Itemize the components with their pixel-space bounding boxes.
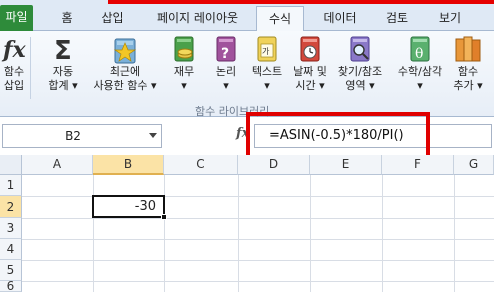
financial-label-2: ▾	[181, 79, 187, 92]
row-header-4[interactable]: 4	[0, 239, 22, 260]
more-functions-button[interactable]: 함수 추가 ▾	[448, 33, 488, 93]
recently-used-label-1: 최근에	[109, 65, 141, 78]
autosum-button[interactable]: Σ 자동 합계 ▾	[40, 33, 86, 93]
column-header-d[interactable]: D	[238, 155, 310, 175]
financial-label-1: 재무	[173, 65, 195, 78]
column-header-f[interactable]: F	[382, 155, 454, 175]
text-button[interactable]: 가 텍스트 ▾	[246, 33, 288, 93]
insert-function-button[interactable]: fx 함수 삽입	[0, 33, 28, 93]
red-top-bar	[108, 0, 494, 4]
financial-button[interactable]: 재무 ▾	[166, 33, 202, 93]
autosum-label-2: 합계 ▾	[48, 79, 78, 92]
tab-page-layout[interactable]: 페이지 레이아웃	[145, 6, 250, 31]
logical-button[interactable]: ? 논리 ▾	[208, 33, 244, 93]
date-time-label-2: 시간 ▾	[295, 79, 325, 92]
column-header-g[interactable]: G	[454, 155, 494, 175]
ribbon-separator	[30, 37, 31, 99]
grid-line	[310, 175, 311, 292]
clock-book-icon	[300, 36, 320, 62]
ribbon-formulas: fx 함수 삽입 Σ 자동 합계 ▾ 최근에 사용한 함수 ▾ 재무 ▾ ? 논…	[0, 31, 494, 118]
tab-data[interactable]: 데이터	[315, 6, 365, 31]
theta-book-icon: θ	[410, 36, 430, 62]
row-header-5[interactable]: 5	[0, 260, 22, 281]
lookup-reference-label-2: 영역 ▾	[345, 79, 375, 92]
grid-line	[22, 260, 494, 261]
ribbon-tab-bar: 파일 홈 삽입 페이지 레이아웃 수식 데이터 검토 보기	[0, 0, 494, 32]
tab-insert[interactable]: 삽입	[90, 6, 135, 31]
insert-function-label-2: 삽입	[3, 79, 25, 92]
more-functions-label-1: 함수	[457, 65, 479, 78]
column-header-c[interactable]: C	[164, 155, 238, 175]
math-trig-label-2: ▾	[417, 79, 423, 92]
recently-used-label-2: 사용한 함수 ▾	[93, 79, 157, 92]
magnifier-book-icon	[350, 36, 370, 62]
select-all-corner[interactable]	[0, 155, 22, 175]
row-header-1[interactable]: 1	[0, 175, 22, 196]
lookup-reference-label-1: 찾기/참조	[337, 65, 383, 78]
lookup-reference-button[interactable]: 찾기/참조 영역 ▾	[332, 33, 388, 93]
grid-line	[382, 175, 383, 292]
svg-text:θ: θ	[415, 46, 423, 62]
grid-line	[454, 175, 455, 292]
highlight-annotation-box	[246, 112, 430, 161]
tab-formulas[interactable]: 수식	[256, 6, 304, 32]
tab-view[interactable]: 보기	[428, 6, 472, 31]
autosum-label-1: 자동	[52, 65, 74, 78]
row-header-6[interactable]: 6	[0, 281, 22, 292]
active-cell-b2[interactable]: -30	[92, 195, 165, 218]
sigma-icon: Σ	[54, 36, 72, 65]
grid-line	[238, 175, 239, 292]
row-header-3[interactable]: 3	[0, 218, 22, 239]
coins-book-icon	[174, 36, 194, 62]
text-label-2: ▾	[264, 79, 270, 92]
grid-line	[22, 218, 494, 219]
math-trig-button[interactable]: θ 수학/삼각 ▾	[392, 33, 448, 93]
excel-window: 파일 홈 삽입 페이지 레이아웃 수식 데이터 검토 보기 fx 함수 삽입 Σ…	[0, 0, 494, 292]
math-trig-label-1: 수학/삼각	[397, 65, 443, 78]
svg-text:Σ: Σ	[54, 36, 72, 65]
more-books-icon	[455, 36, 481, 62]
grid-line	[93, 175, 94, 292]
column-header-a[interactable]: A	[22, 155, 93, 175]
tab-review[interactable]: 검토	[375, 6, 419, 31]
name-box-value: B2	[65, 129, 81, 143]
logical-label-2: ▾	[223, 79, 229, 92]
svg-text:fx: fx	[1, 37, 26, 63]
question-book-icon: ?	[216, 36, 236, 62]
chevron-down-icon[interactable]	[149, 133, 157, 138]
star-book-icon	[113, 38, 137, 64]
name-box[interactable]: B2	[2, 124, 162, 148]
svg-text:가: 가	[262, 47, 270, 56]
insert-function-label-1: 함수	[3, 65, 25, 78]
tab-file[interactable]: 파일	[0, 5, 33, 31]
worksheet-grid[interactable]: A B C D E F G 1 2 3 4 5 6 -30	[0, 155, 494, 292]
logical-label-1: 논리	[215, 65, 237, 78]
date-time-button[interactable]: 날짜 및 시간 ▾	[288, 33, 332, 93]
tab-home[interactable]: 홈	[50, 6, 84, 31]
text-label-1: 텍스트	[251, 65, 283, 78]
row-header-2[interactable]: 2	[0, 196, 22, 218]
date-time-label-1: 날짜 및	[293, 65, 327, 78]
more-functions-label-2: 추가 ▾	[453, 79, 483, 92]
grid-line	[22, 239, 494, 240]
recently-used-button[interactable]: 최근에 사용한 함수 ▾	[86, 33, 164, 93]
svg-text:?: ?	[221, 46, 229, 62]
fx-icon: fx	[1, 37, 26, 63]
text-book-icon: 가	[257, 36, 277, 62]
column-header-b[interactable]: B	[93, 155, 164, 175]
grid-line	[22, 281, 494, 282]
grid-line	[164, 175, 165, 292]
column-header-e[interactable]: E	[310, 155, 382, 175]
fill-handle[interactable]	[161, 214, 167, 220]
